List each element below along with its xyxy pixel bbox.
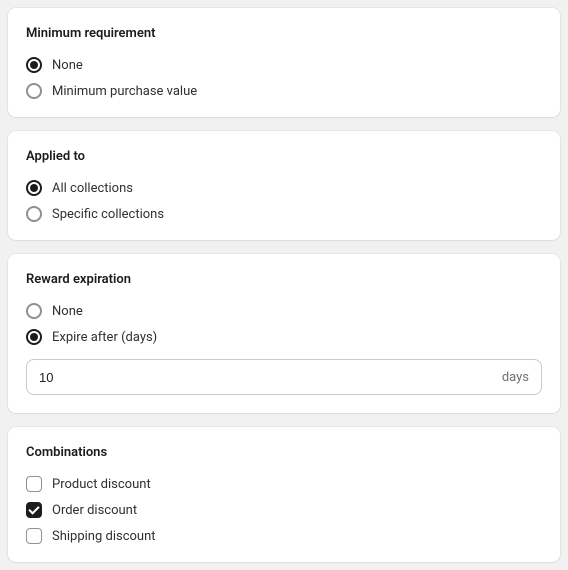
radio-option-none[interactable]: None (26, 57, 542, 73)
radio-icon (26, 180, 42, 196)
radio-label: None (52, 58, 83, 73)
checkbox-icon (26, 476, 42, 492)
radio-option-expire-none[interactable]: None (26, 303, 542, 319)
card-combinations: Combinations Product discount Order disc… (8, 427, 560, 562)
radio-label: None (52, 304, 83, 319)
combinations-title: Combinations (26, 445, 542, 460)
radio-label: Minimum purchase value (52, 84, 197, 99)
radio-option-specific-collections[interactable]: Specific collections (26, 206, 542, 222)
radio-label: All collections (52, 181, 133, 196)
minimum-requirement-title: Minimum requirement (26, 26, 542, 41)
radio-icon (26, 206, 42, 222)
radio-option-min-purchase[interactable]: Minimum purchase value (26, 83, 542, 99)
checkbox-option-order-discount[interactable]: Order discount (26, 502, 542, 518)
checkbox-label: Order discount (52, 503, 137, 518)
checkbox-label: Product discount (52, 477, 151, 492)
radio-label: Specific collections (52, 207, 164, 222)
expire-days-suffix: days (502, 370, 529, 385)
card-minimum-requirement: Minimum requirement None Minimum purchas… (8, 8, 560, 117)
checkbox-icon (26, 528, 42, 544)
reward-expiration-title: Reward expiration (26, 272, 542, 287)
radio-icon (26, 303, 42, 319)
applied-to-title: Applied to (26, 149, 542, 164)
radio-option-expire-after[interactable]: Expire after (days) (26, 329, 542, 345)
radio-option-all-collections[interactable]: All collections (26, 180, 542, 196)
radio-label: Expire after (days) (52, 330, 157, 345)
radio-icon (26, 57, 42, 73)
checkbox-option-product-discount[interactable]: Product discount (26, 476, 542, 492)
card-reward-expiration: Reward expiration None Expire after (day… (8, 254, 560, 413)
card-applied-to: Applied to All collections Specific coll… (8, 131, 560, 240)
checkbox-label: Shipping discount (52, 529, 156, 544)
radio-icon (26, 329, 42, 345)
radio-icon (26, 83, 42, 99)
checkbox-option-shipping-discount[interactable]: Shipping discount (26, 528, 542, 544)
expire-days-input[interactable] (39, 360, 494, 394)
checkbox-icon (26, 502, 42, 518)
expire-days-input-wrap[interactable]: days (26, 359, 542, 395)
